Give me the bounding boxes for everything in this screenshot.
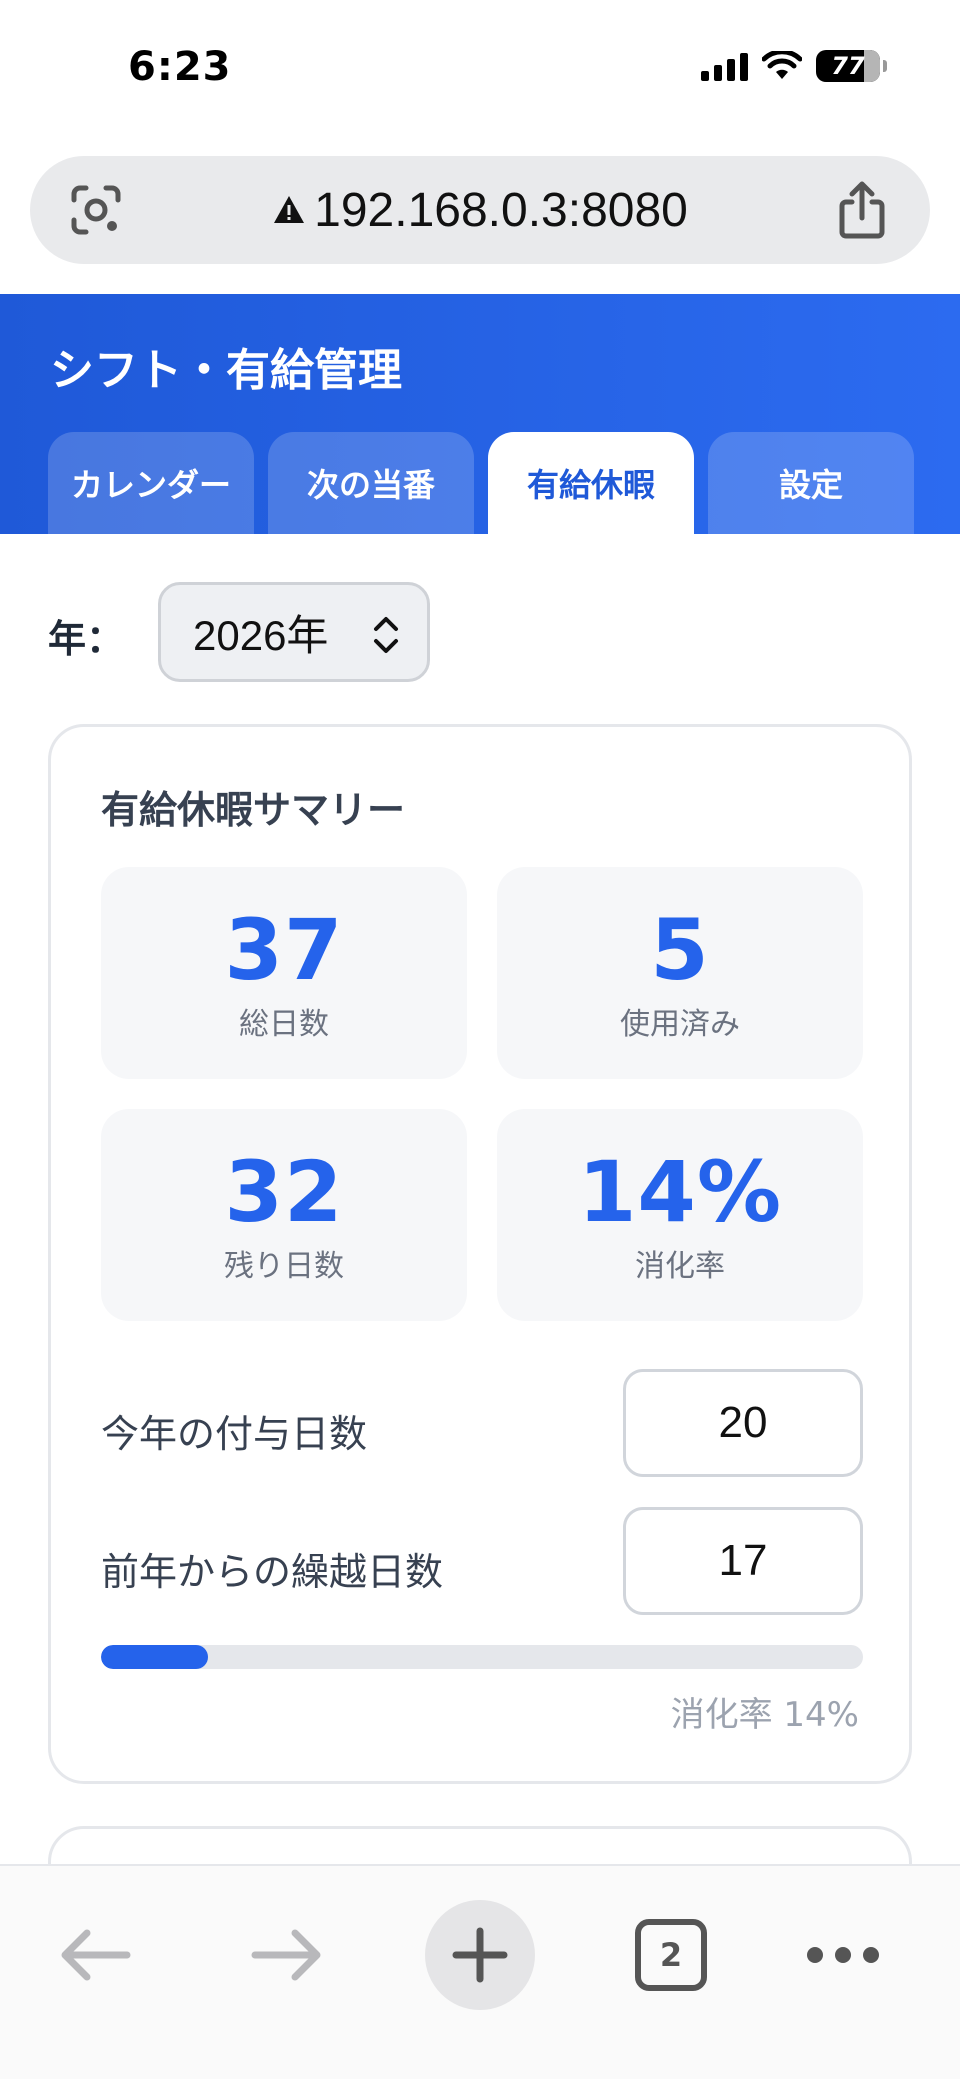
- wifi-icon: [762, 51, 802, 81]
- carried-days-input[interactable]: 17: [623, 1507, 863, 1615]
- url-wrap[interactable]: 192.168.0.3:8080: [30, 156, 930, 264]
- tab-next-duty[interactable]: 次の当番: [268, 432, 474, 534]
- status-bar: 6:23 77: [0, 0, 960, 140]
- tabs-button[interactable]: 2: [616, 1900, 726, 2010]
- stat-label: 残り日数: [224, 1249, 344, 1284]
- granted-days-label: 今年の付与日数: [101, 1412, 368, 1456]
- usage-progress-bar: [101, 1645, 863, 1669]
- tab-settings[interactable]: 設定: [708, 432, 914, 534]
- back-button[interactable]: [40, 1900, 150, 2010]
- plus-icon: [452, 1927, 508, 1983]
- stat-remaining: 32 残り日数: [101, 1109, 467, 1321]
- stat-label: 総日数: [239, 1007, 329, 1042]
- stat-value: 32: [224, 1143, 344, 1241]
- year-select[interactable]: 2026年: [158, 582, 430, 682]
- year-select-value: 2026年: [193, 611, 329, 659]
- stat-label: 消化率: [635, 1249, 725, 1284]
- arrow-left-icon: [61, 1929, 131, 1981]
- battery-icon: 77: [816, 50, 887, 82]
- usage-progress-fill: [101, 1645, 208, 1669]
- stat-used: 5 使用済み: [497, 867, 863, 1079]
- arrow-right-icon: [251, 1929, 321, 1981]
- more-icon: [807, 1947, 879, 1963]
- share-icon[interactable]: [834, 180, 890, 240]
- browser-toolbar: 2: [0, 1864, 960, 2079]
- tab-calendar[interactable]: カレンダー: [48, 432, 254, 534]
- stat-value: 14%: [577, 1143, 783, 1241]
- status-icons: 77: [701, 50, 887, 82]
- stat-label: 使用済み: [620, 1007, 740, 1042]
- usage-progress-text: 消化率 14%: [670, 1695, 859, 1735]
- app-header: シフト・有給管理 カレンダー 次の当番 有給休暇 設定: [0, 294, 960, 534]
- stat-value: 37: [224, 901, 344, 999]
- stat-usage-rate: 14% 消化率: [497, 1109, 863, 1321]
- stat-total-days: 37 総日数: [101, 867, 467, 1079]
- year-label: 年：: [48, 617, 125, 661]
- url-text[interactable]: 192.168.0.3:8080: [314, 183, 688, 238]
- signal-icon: [701, 51, 748, 81]
- tab-bar: カレンダー 次の当番 有給休暇 設定: [48, 432, 914, 534]
- chevron-updown-icon: [374, 617, 398, 653]
- address-bar[interactable]: 192.168.0.3:8080: [30, 156, 930, 264]
- more-button[interactable]: [788, 1900, 898, 2010]
- battery-level: 77: [831, 52, 865, 80]
- tab-paid-leave[interactable]: 有給休暇: [488, 432, 694, 534]
- warning-icon: [274, 196, 305, 223]
- forward-button[interactable]: [232, 1900, 342, 2010]
- summary-title: 有給休暇サマリー: [101, 788, 406, 832]
- stat-value: 5: [650, 901, 710, 999]
- summary-card: 有給休暇サマリー 37 総日数 5 使用済み 32 残り日数 14% 消化率 今…: [48, 724, 912, 1784]
- tab-count: 2: [635, 1919, 707, 1991]
- granted-days-input[interactable]: 20: [623, 1369, 863, 1477]
- app-title: シフト・有給管理: [50, 345, 402, 396]
- new-tab-button[interactable]: [425, 1900, 535, 2010]
- status-time: 6:23: [128, 44, 232, 90]
- carried-days-label: 前年からの繰越日数: [101, 1550, 444, 1594]
